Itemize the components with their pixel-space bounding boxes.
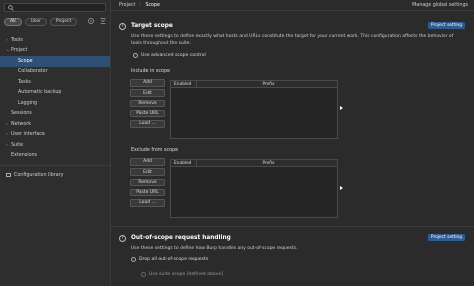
sidebar-item-scope[interactable]: Scope bbox=[0, 56, 110, 67]
help-icon[interactable]: ? bbox=[119, 235, 126, 242]
sidebar-item-tools[interactable]: › Tools bbox=[0, 35, 110, 46]
filter-pills: All User Project bbox=[4, 17, 78, 26]
settings-sidebar: All User Project ? › Tools ⌄ Project Scope… bbox=[0, 0, 111, 286]
sidebar-item-user-interface[interactable]: › User interface bbox=[0, 130, 110, 141]
target-scope-section: ? Target scope Project setting Use these… bbox=[119, 22, 469, 223]
sidebar-item-label: Tasks bbox=[18, 79, 31, 85]
radio-label: Drop all out-of-scope requests bbox=[139, 257, 209, 262]
sidebar-item-label: Network bbox=[11, 121, 32, 127]
exclude-load-button[interactable]: Load ... bbox=[130, 199, 165, 207]
sidebar-item-label: Suite bbox=[11, 142, 24, 148]
collapse-icon[interactable] bbox=[100, 18, 106, 24]
out-of-scope-section: ? Out-of-scope request handling Project … bbox=[119, 234, 469, 285]
search-input[interactable] bbox=[4, 3, 106, 12]
exclude-from-scope-label: Exclude from scope bbox=[131, 148, 179, 153]
breadcrumb-bar: Project › Scope Manage global settings bbox=[111, 0, 474, 11]
section-title: Target scope bbox=[131, 23, 173, 29]
help-icon[interactable]: ? bbox=[119, 23, 126, 30]
breadcrumb-scope: Scope bbox=[145, 2, 160, 8]
exclude-scope-table[interactable]: Enabled Prefix bbox=[170, 159, 338, 218]
include-edit-button[interactable]: Edit bbox=[130, 89, 165, 97]
settings-tree: › Tools ⌄ Project Scope Collaborator Tasks… bbox=[0, 35, 110, 181]
exclude-edit-button[interactable]: Edit bbox=[130, 168, 165, 176]
sidebar-item-sessions[interactable]: Sessions bbox=[0, 109, 110, 120]
search-icon bbox=[8, 5, 14, 11]
sidebar-item-label: User interface bbox=[11, 132, 45, 138]
column-enabled[interactable]: Enabled bbox=[171, 81, 197, 87]
include-in-scope-label: Include in scope bbox=[131, 69, 170, 74]
include-add-button[interactable]: Add bbox=[130, 79, 165, 87]
manage-global-settings-link[interactable]: Manage global settings bbox=[412, 3, 468, 8]
expand-arrow-icon[interactable] bbox=[340, 106, 343, 110]
section-description: Use these settings to define how Burp ha… bbox=[131, 246, 298, 251]
filter-all[interactable]: All bbox=[4, 17, 22, 26]
project-setting-badge: Project setting bbox=[428, 22, 465, 29]
include-scope-table[interactable]: Enabled Prefix bbox=[170, 80, 338, 139]
sidebar-item-label: Sessions bbox=[11, 111, 32, 117]
breadcrumb-separator: › bbox=[139, 2, 142, 8]
filter-user[interactable]: User bbox=[24, 17, 47, 26]
use-suite-scope-option[interactable]: Use suite scope [defined above] bbox=[141, 272, 223, 277]
sidebar-item-collaborator[interactable]: Collaborator bbox=[0, 67, 110, 78]
include-remove-button[interactable]: Remove bbox=[130, 99, 165, 108]
breadcrumb-project[interactable]: Project bbox=[119, 3, 135, 8]
column-prefix[interactable]: Prefix bbox=[197, 81, 337, 87]
sidebar-item-label: Configuration library bbox=[14, 172, 64, 178]
include-load-button[interactable]: Load ... bbox=[130, 120, 165, 128]
sidebar-item-configuration-library[interactable]: Configuration library bbox=[0, 170, 110, 181]
section-divider bbox=[111, 226, 474, 227]
sidebar-divider bbox=[0, 165, 110, 166]
settings-main: Project › Scope Manage global settings ? T… bbox=[111, 0, 474, 286]
expand-arrow-icon[interactable] bbox=[340, 186, 343, 190]
table-header: Enabled Prefix bbox=[171, 160, 337, 167]
include-paste-url-button[interactable]: Paste URL bbox=[130, 109, 165, 118]
column-enabled[interactable]: Enabled bbox=[171, 160, 197, 166]
exclude-paste-url-button[interactable]: Paste URL bbox=[130, 188, 165, 197]
sidebar-item-label: Project bbox=[11, 48, 28, 54]
library-icon bbox=[6, 173, 11, 178]
sidebar-item-label: Tools bbox=[11, 37, 23, 43]
exclude-remove-button[interactable]: Remove bbox=[130, 178, 165, 187]
sidebar-item-label: Scope bbox=[18, 58, 33, 64]
advanced-scope-toggle[interactable]: Use advanced scope control bbox=[133, 53, 206, 58]
section-description: Use these settings to define exactly wha… bbox=[131, 34, 454, 46]
sidebar-item-suite[interactable]: › Suite bbox=[0, 140, 110, 151]
checkbox[interactable] bbox=[133, 53, 138, 58]
sidebar-item-label: Automatic backup bbox=[18, 90, 62, 96]
filter-project[interactable]: Project bbox=[49, 17, 78, 26]
radio-button[interactable] bbox=[131, 257, 136, 262]
drop-all-out-of-scope-option[interactable]: Drop all out-of-scope requests bbox=[131, 257, 208, 262]
checkbox-label: Use advanced scope control bbox=[141, 53, 206, 58]
radio-button[interactable] bbox=[141, 272, 146, 277]
exclude-button-column: Add Edit Remove Paste URL Load ... bbox=[130, 158, 165, 209]
sidebar-item-label: Collaborator bbox=[18, 69, 48, 75]
sidebar-item-network[interactable]: › Network bbox=[0, 119, 110, 130]
sidebar-item-project[interactable]: ⌄ Project bbox=[0, 46, 110, 57]
question-icon[interactable]: ? bbox=[88, 18, 94, 24]
sidebar-item-label: Logging bbox=[18, 100, 38, 106]
radio-label: Use suite scope [defined above] bbox=[149, 272, 224, 277]
sidebar-item-extensions[interactable]: Extensions bbox=[0, 151, 110, 162]
column-prefix[interactable]: Prefix bbox=[197, 160, 337, 166]
sidebar-item-label: Extensions bbox=[11, 153, 38, 159]
exclude-add-button[interactable]: Add bbox=[130, 158, 165, 166]
include-button-column: Add Edit Remove Paste URL Load ... bbox=[130, 79, 165, 130]
sidebar-item-tasks[interactable]: Tasks bbox=[0, 77, 110, 88]
section-title: Out-of-scope request handling bbox=[131, 235, 231, 241]
project-setting-badge: Project setting bbox=[428, 234, 465, 241]
svg-text:?: ? bbox=[90, 19, 92, 23]
table-header: Enabled Prefix bbox=[171, 81, 337, 88]
breadcrumb: Project › Scope bbox=[111, 3, 160, 8]
sidebar-item-automatic-backup[interactable]: Automatic backup bbox=[0, 88, 110, 99]
filter-toolbar: ? bbox=[88, 18, 106, 24]
sidebar-item-logging[interactable]: Logging bbox=[0, 98, 110, 109]
